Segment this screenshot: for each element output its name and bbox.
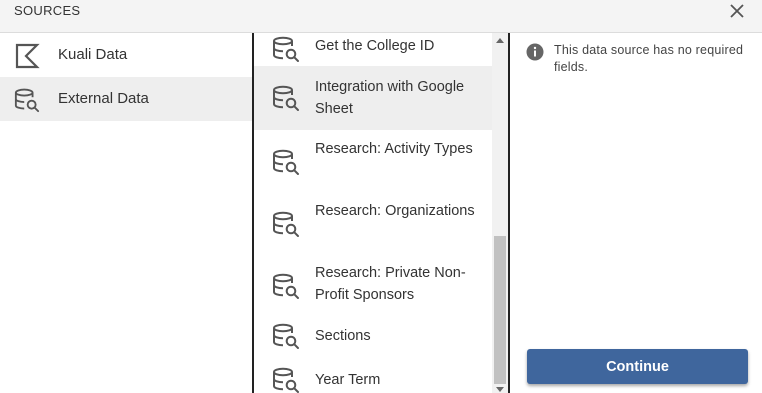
list-item-label: Integration with Google Sheet <box>315 79 465 117</box>
sidebar-item-kuali-data[interactable]: Kuali Data <box>0 33 252 77</box>
kuali-logo-icon <box>15 43 40 69</box>
list-item-label: Year Term <box>315 372 381 388</box>
sidebar-item-label: Kuali Data <box>58 46 128 63</box>
info-text: This data source has no required fields. <box>554 43 744 74</box>
list-item[interactable]: Research: Organizations <box>254 192 492 254</box>
database-search-icon <box>272 322 300 350</box>
list-item-label: Research: Organizations <box>315 203 475 219</box>
scrollbar-thumb[interactable] <box>494 236 506 384</box>
database-search-icon <box>14 87 40 113</box>
list-scrollbar[interactable] <box>492 33 508 393</box>
sidebar-item-label: External Data <box>58 90 149 107</box>
list-item[interactable]: Research: Private Non-Profit Sponsors <box>254 254 492 316</box>
list-item[interactable]: Research: Activity Types <box>254 130 492 192</box>
source-sidebar: Kuali Data External Data <box>0 33 252 393</box>
list-item-label: Sections <box>315 328 371 344</box>
list-item[interactable]: Get the College ID <box>254 33 492 66</box>
database-search-icon <box>272 272 300 300</box>
close-button[interactable] <box>724 0 750 22</box>
close-icon <box>730 4 744 18</box>
scroll-down-arrow-icon[interactable] <box>496 387 504 392</box>
list-item[interactable]: Integration with Google Sheet <box>254 66 492 130</box>
database-search-icon <box>272 210 300 238</box>
list-item-label: Research: Activity Types <box>315 141 473 157</box>
list-item-label: Get the College ID <box>315 38 435 54</box>
database-search-icon <box>272 366 300 393</box>
database-search-icon <box>272 84 300 112</box>
list-item-label: Research: Private Non-Profit Sponsors <box>315 265 466 303</box>
sidebar-item-external-data[interactable]: External Data <box>0 77 252 121</box>
data-source-list[interactable]: Get the College ID Integration with Goog… <box>252 33 510 393</box>
dialog-header: SOURCES <box>0 0 762 33</box>
header-title: SOURCES <box>14 3 81 18</box>
database-search-icon <box>272 35 300 63</box>
list-item[interactable]: Sections <box>254 316 492 356</box>
list-item[interactable]: Year Term <box>254 356 492 393</box>
database-search-icon <box>272 148 300 176</box>
continue-button[interactable]: Continue <box>527 349 748 384</box>
info-icon <box>526 43 544 61</box>
scroll-up-arrow-icon[interactable] <box>496 38 504 43</box>
